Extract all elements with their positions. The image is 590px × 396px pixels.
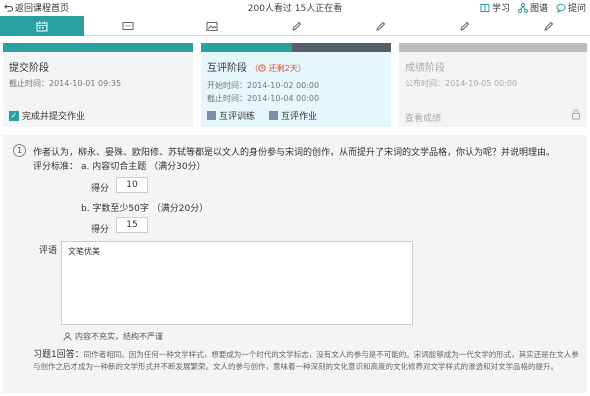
tab-image[interactable] <box>170 16 254 36</box>
top-bar: 返回课程首页 200人看过 15人正在看 学习 图谱 提问 <box>0 0 590 14</box>
graph-link[interactable]: 图谱 <box>517 1 548 14</box>
comment-text: 文笔优美 <box>68 247 100 256</box>
chat-icon <box>556 3 566 13</box>
lock-icon <box>572 109 580 120</box>
pencil-icon <box>459 21 469 31</box>
score-a-label: 得分 <box>91 184 110 194</box>
submit-stage-title: 提交阶段 <box>9 63 49 74</box>
square-icon <box>207 111 216 120</box>
tab-pencil-1[interactable] <box>254 16 338 36</box>
remaining-time: （ 还剩2天） <box>250 64 306 73</box>
tab-calendar[interactable] <box>0 16 84 36</box>
reviewer-note-text: 内容不充实，结构不严谨 <box>75 332 163 341</box>
study-link[interactable]: 学习 <box>480 1 510 14</box>
ask-link[interactable]: 提问 <box>556 1 586 14</box>
criteria-label: 评分标准： <box>33 162 79 172</box>
peer-homework-button[interactable]: 互评作业 <box>269 109 317 122</box>
submit-deadline: 截止时间：2014-10-01 09:35 <box>9 79 122 88</box>
comment-label: 评语 <box>39 246 58 256</box>
pencil-icon <box>543 21 553 31</box>
criterion-b: b. 字数至少50字 （满分20分） <box>81 204 209 214</box>
tab-pencil-4[interactable] <box>506 16 590 36</box>
criterion-a: a. 内容切合主题 （满分30分） <box>81 162 206 172</box>
result-stage-card: 成绩阶段 公布时间：2014-10-05 00:00 查看成绩 <box>399 43 587 127</box>
answer-text: 同作者相同。因为任何一种文学样式，想要成为一个时代的文学标志，没有文人的参与是不… <box>33 350 579 371</box>
submit-done-row[interactable]: ✓ 完成并提交作业 <box>9 109 85 122</box>
question-number: 1 <box>13 144 26 157</box>
square-icon <box>269 111 279 120</box>
score-a-input[interactable]: 10 <box>116 177 148 193</box>
message-icon <box>122 21 134 30</box>
clock-icon <box>258 64 266 72</box>
peer-stage-progress-bar <box>201 43 391 52</box>
peer-homework-label: 互评作业 <box>281 112 318 122</box>
submit-done-label: 完成并提交作业 <box>22 112 86 122</box>
peer-training-button[interactable]: 互评训练 <box>207 109 255 122</box>
score-b-input[interactable]: 15 <box>116 217 148 233</box>
network-icon <box>517 2 528 13</box>
peer-training-label: 互评训练 <box>219 112 256 122</box>
book-icon <box>480 3 490 12</box>
graph-label: 图谱 <box>529 4 548 14</box>
result-publish-time: 公布时间：2014-10-05 00:00 <box>405 79 518 88</box>
comment-textarea[interactable]: 文笔优美 <box>61 241 413 325</box>
question-text: 作者认为，柳永、晏殊、欧阳修、苏轼等都是以文人的身份参与宋词的创作，从而提升了宋… <box>33 148 556 158</box>
remaining-label: 还剩2天 <box>268 64 298 73</box>
result-stage-progress-bar <box>399 43 587 52</box>
result-stage-title: 成绩阶段 <box>405 63 445 74</box>
tab-pencil-2[interactable] <box>338 16 422 36</box>
pencil-icon <box>375 21 385 31</box>
image-icon <box>206 21 218 31</box>
peer-stage-title-row: 互评阶段 （ 还剩2天） <box>207 59 306 74</box>
pencil-icon <box>291 21 301 31</box>
check-icon: ✓ <box>9 110 19 121</box>
user-icon <box>63 332 72 341</box>
reviewer-note: 内容不充实，结构不严谨 <box>63 331 163 342</box>
submit-stage-progress-bar <box>3 43 193 52</box>
peer-stage-title: 互评阶段 <box>207 63 247 74</box>
activity-tab-bar <box>0 16 590 36</box>
peer-actions: 互评训练 互评作业 <box>207 109 317 122</box>
score-b-label: 得分 <box>91 225 110 235</box>
submit-stage-card: 提交阶段 截止时间：2014-10-01 09:35 ✓ 完成并提交作业 <box>3 43 193 127</box>
view-score-link[interactable]: 查看成绩 <box>405 111 441 124</box>
peer-stage-card: 互评阶段 （ 还剩2天） 开始时间：2014-10-02 00:00 截止时间：… <box>201 43 391 127</box>
calendar-icon <box>36 21 48 31</box>
answer-label: 习题1回答： <box>33 350 84 360</box>
peer-deadline: 截止时间：2014-10-04 00:00 <box>207 94 320 103</box>
study-label: 学习 <box>491 4 510 14</box>
peer-start-time: 开始时间：2014-10-02 00:00 <box>207 81 320 90</box>
top-links: 学习 图谱 提问 <box>480 1 586 14</box>
ask-label: 提问 <box>567 4 586 14</box>
answer-block: 习题1回答：同作者相同。因为任何一种文学样式，想要成为一个时代的文学标志，没有文… <box>33 349 581 373</box>
tab-message[interactable] <box>86 16 170 36</box>
tab-pencil-3[interactable] <box>422 16 506 36</box>
question-panel: 1 作者认为，柳永、晏殊、欧阳修、苏轼等都是以文人的身份参与宋词的创作，从而提升… <box>3 135 587 393</box>
